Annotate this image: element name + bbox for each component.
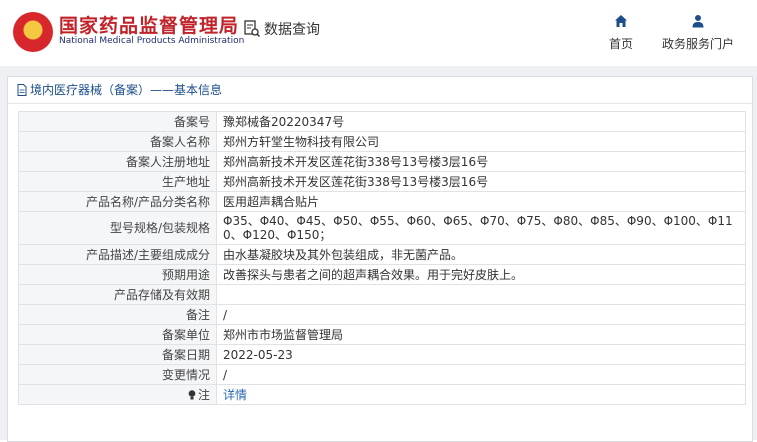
field-label: 备案人注册地址 xyxy=(18,151,217,172)
field-value: 郑州方轩堂生物科技有限公司 xyxy=(216,131,746,152)
table-row: 备案人注册地址 郑州高新技术开发区莲花街338号13号楼3层16号 xyxy=(18,151,746,172)
field-label: 备案号 xyxy=(18,111,217,132)
field-value: 郑州高新技术开发区莲花街338号13号楼3层16号 xyxy=(216,151,746,172)
site-name[interactable]: 国家药品监督管理局 xyxy=(59,11,239,38)
home-icon xyxy=(615,15,627,27)
table-row: 预期用途 改善探头与患者之间的超声耦合效果。用于完好皮肤上。 xyxy=(18,264,746,285)
nav-home-label: 首页 xyxy=(608,37,633,51)
nav-service-portal[interactable]: 政务服务门户 xyxy=(656,14,740,52)
note-label-text: 注 xyxy=(197,387,210,402)
field-label: 产品存储及有效期 xyxy=(18,284,217,305)
table-row: 生产地址 郑州高新技术开发区莲花街338号13号楼3层16号 xyxy=(18,171,746,192)
field-label: 备案日期 xyxy=(18,344,217,365)
field-value: 2022-05-23 xyxy=(216,344,746,365)
panel-title: 境内医疗器械（备案）——基本信息 xyxy=(8,77,752,104)
details-link[interactable]: 详情 xyxy=(223,388,247,402)
table-row: 备注 / xyxy=(18,304,746,325)
table-row: 备案人名称 郑州方轩堂生物科技有限公司 xyxy=(18,131,746,152)
field-value: 医用超声耦合贴片 xyxy=(216,191,746,212)
field-label: 备注 xyxy=(18,304,217,325)
table-row: 备案单位 郑州市市场监督管理局 xyxy=(18,324,746,345)
site-header: ★ 国家药品监督管理局 National Medical Products Ad… xyxy=(0,0,757,66)
field-value: 郑州高新技术开发区莲花街338号13号楼3层16号 xyxy=(216,171,746,192)
field-label: 备案单位 xyxy=(18,324,217,345)
field-value: 豫郑械备20220347号 xyxy=(216,111,746,132)
field-value: / xyxy=(216,304,746,325)
field-label: 变更情况 xyxy=(18,364,217,385)
table-row: 备案日期 2022-05-23 xyxy=(18,344,746,365)
table-row: 产品描述/主要组成成分 由水基凝胶块及其外包装组成，非无菌产品。 xyxy=(18,244,746,265)
field-label: 备案人名称 xyxy=(18,131,217,152)
nav-home[interactable]: 首页 xyxy=(604,14,638,52)
document-icon xyxy=(17,84,27,96)
field-label: 生产地址 xyxy=(18,171,217,192)
field-label: 预期用途 xyxy=(18,264,217,285)
field-value xyxy=(216,284,746,305)
note-label: 注 xyxy=(18,384,217,405)
data-query-label: 数据查询 xyxy=(264,22,320,38)
field-label: 型号规格/包装规格 xyxy=(18,211,217,245)
nav-service-portal-label: 政务服务门户 xyxy=(661,37,734,51)
table-row: 产品名称/产品分类名称 医用超声耦合贴片 xyxy=(18,191,746,212)
table-row: 变更情况 / xyxy=(18,364,746,385)
table-row: 型号规格/包装规格 Φ35、Φ40、Φ45、Φ50、Φ55、Φ60、Φ65、Φ7… xyxy=(18,211,746,245)
document-search-icon xyxy=(244,20,260,37)
field-value: / xyxy=(216,364,746,385)
panel-title-text: 境内医疗器械（备案）——基本信息 xyxy=(30,83,223,97)
bulb-icon xyxy=(188,389,196,399)
record-detail-table: 备案号 豫郑械备20220347号 备案人名称 郑州方轩堂生物科技有限公司 备案… xyxy=(18,111,746,405)
emblem-star-icon: ★ xyxy=(25,18,41,37)
national-emblem-logo[interactable]: ★ xyxy=(13,12,53,52)
table-row: 备案号 豫郑械备20220347号 xyxy=(18,111,746,132)
field-value: Φ35、Φ40、Φ45、Φ50、Φ55、Φ60、Φ65、Φ70、Φ75、Φ80、… xyxy=(216,211,746,245)
field-value: 由水基凝胶块及其外包装组成，非无菌产品。 xyxy=(216,244,746,265)
table-row: 注 详情 xyxy=(18,384,746,405)
note-value: 详情 xyxy=(216,384,746,405)
data-query-link[interactable]: 数据查询 xyxy=(244,19,320,39)
table-row: 产品存储及有效期 xyxy=(18,284,746,305)
field-label: 产品描述/主要组成成分 xyxy=(18,244,217,265)
field-value: 郑州市市场监督管理局 xyxy=(216,324,746,345)
field-value: 改善探头与患者之间的超声耦合效果。用于完好皮肤上。 xyxy=(216,264,746,285)
field-label: 产品名称/产品分类名称 xyxy=(18,191,217,212)
info-panel: 境内医疗器械（备案）——基本信息 备案号 豫郑械备20220347号 备案人名称… xyxy=(7,76,753,442)
site-name-en[interactable]: National Medical Products Administration xyxy=(59,36,244,46)
user-icon xyxy=(692,15,704,28)
